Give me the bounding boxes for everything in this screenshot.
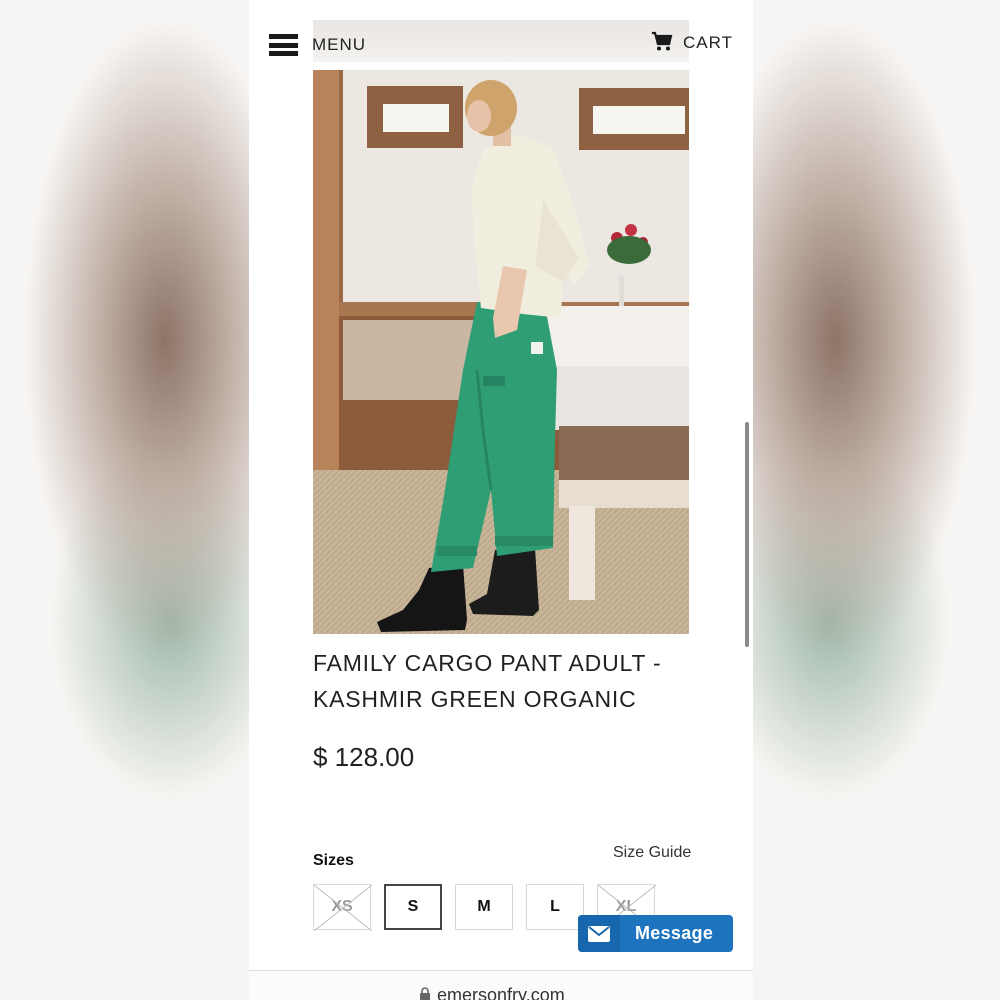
size-option-l[interactable]: L — [526, 884, 584, 930]
size-option-m[interactable]: M — [455, 884, 513, 930]
menu-button[interactable]: MENU — [269, 30, 366, 60]
browser-url-bar[interactable]: emersonfry.com — [249, 970, 753, 1000]
hamburger-icon — [269, 34, 298, 56]
message-label: Message — [635, 923, 714, 943]
size-guide-link[interactable]: Size Guide — [613, 844, 691, 862]
envelope-icon — [578, 915, 620, 952]
product-image[interactable] — [313, 70, 689, 634]
product-price: $ 128.00 — [313, 742, 415, 772]
previous-image-strip — [313, 20, 689, 62]
size-option-label: L — [550, 898, 560, 915]
lock-icon — [419, 985, 431, 1000]
sizes-label: Sizes — [313, 852, 354, 869]
unavailable-cross-icon — [314, 885, 372, 931]
menu-label: MENU — [312, 35, 367, 54]
message-chat-button[interactable]: Message — [578, 915, 733, 952]
product-title-line-1: FAMILY CARGO PANT ADULT - — [313, 650, 662, 676]
product-title: FAMILY CARGO PANT ADULT - KASHMIR GREEN … — [313, 645, 703, 717]
size-option-xs[interactable]: XS — [313, 884, 372, 931]
cart-button[interactable]: CART — [651, 30, 733, 56]
product-title-line-2: KASHMIR GREEN ORGANIC — [313, 686, 637, 712]
cart-label: CART — [683, 33, 733, 52]
size-option-label: S — [407, 898, 419, 915]
cart-icon — [651, 30, 673, 57]
size-option-label: M — [477, 898, 491, 915]
scrollbar[interactable] — [745, 422, 749, 647]
mobile-page: MENU CART FAMILY CARGO PANT ADULT - KASH… — [249, 0, 753, 1000]
size-option-s[interactable]: S — [384, 884, 442, 930]
url-text: emersonfry.com — [437, 985, 565, 1000]
